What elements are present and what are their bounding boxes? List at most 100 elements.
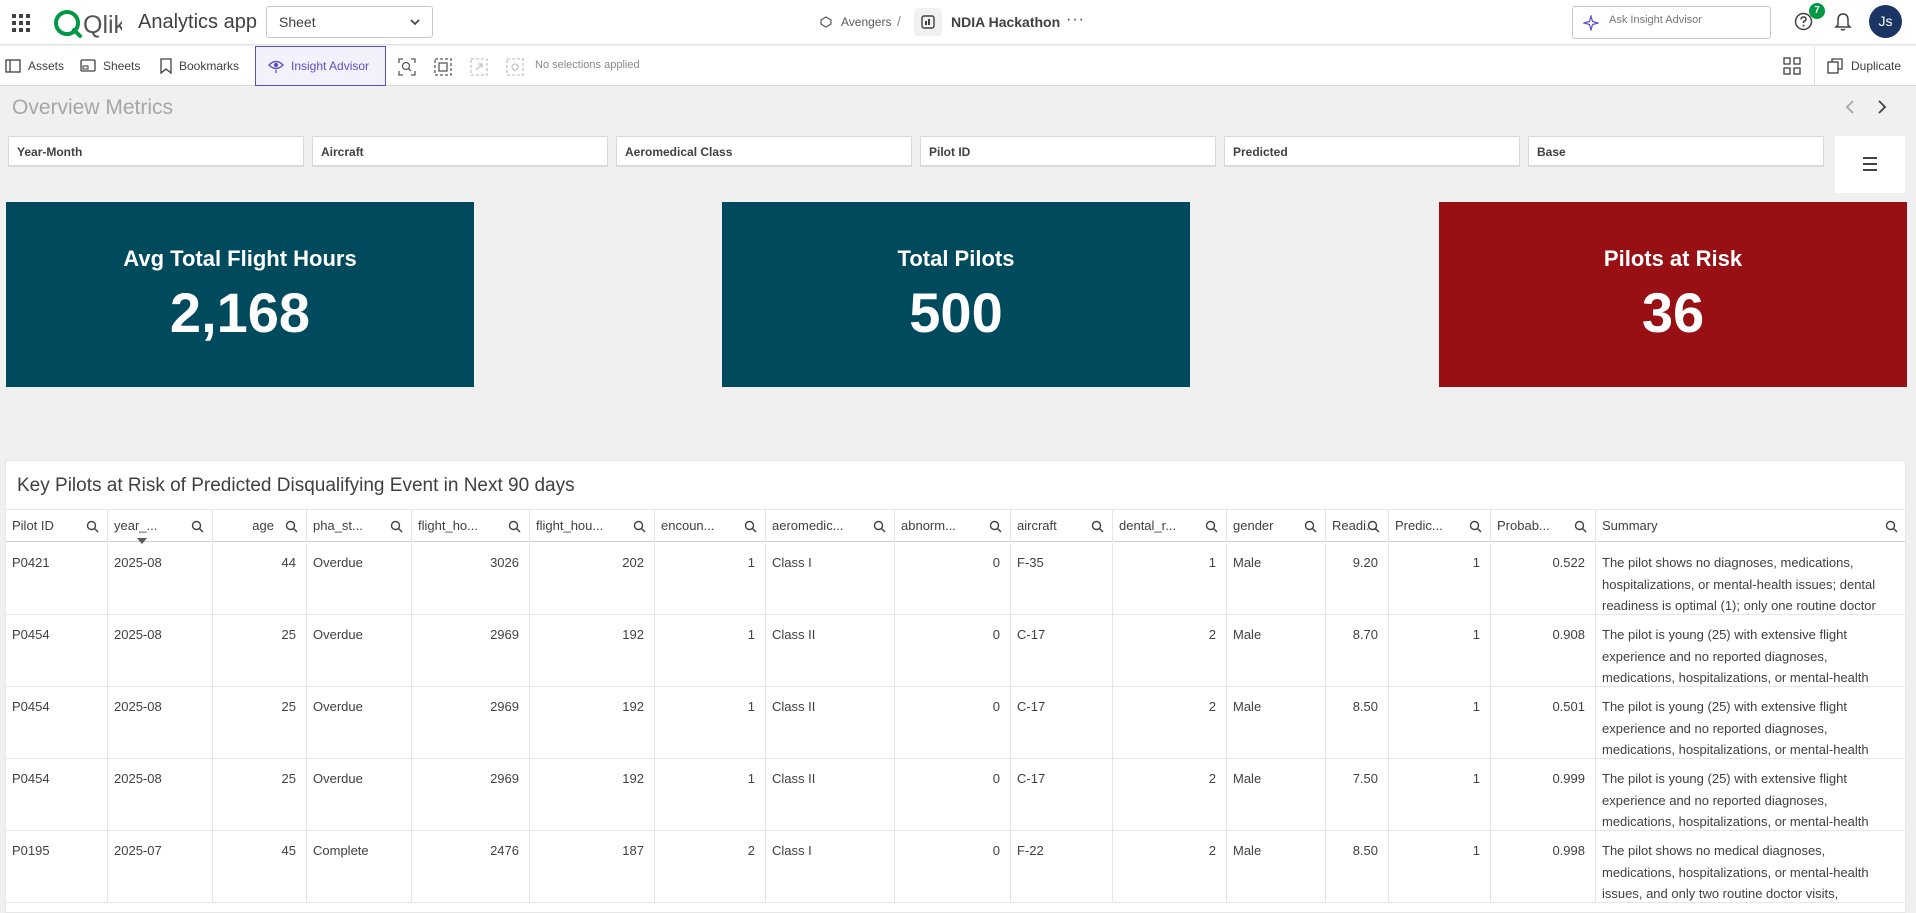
column-header[interactable]: flight_hou... — [530, 510, 655, 542]
selections-status: No selections applied — [535, 59, 640, 71]
search-icon[interactable] — [390, 520, 403, 533]
assets-icon — [5, 59, 21, 73]
search-icon[interactable] — [1304, 520, 1317, 533]
duplicate-label: Duplicate — [1851, 59, 1902, 73]
kpi-label: Pilots at Risk — [1603, 246, 1743, 271]
table-row[interactable]: P0454 2025-08 25 Overdue 2969 192 1 Class II 0 C-… — [6, 687, 1905, 759]
column-header[interactable]: aircraft — [1011, 510, 1113, 542]
filter-aircraft[interactable]: Aircraft — [312, 136, 608, 167]
column-header[interactable]: age — [213, 510, 307, 542]
sort-descending-icon — [137, 538, 147, 544]
breadcrumb-space[interactable]: Avengers — [841, 15, 891, 29]
table-cell: 187 — [530, 831, 655, 903]
breadcrumb-app-name[interactable]: NDIA Hackathon — [951, 14, 1060, 30]
filter-base[interactable]: Base — [1528, 136, 1824, 167]
column-header[interactable]: year_... — [108, 510, 213, 542]
table-cell: 25 — [213, 759, 307, 831]
table-cell: Complete — [307, 831, 412, 903]
table-cell: 192 — [530, 759, 655, 831]
column-header[interactable]: gender — [1227, 510, 1326, 542]
sheet-dropdown[interactable]: Sheet — [266, 6, 433, 38]
insight-advisor-button[interactable]: Insight Advisor — [255, 46, 386, 86]
search-icon[interactable] — [191, 520, 204, 533]
sheet-dropdown-label: Sheet — [279, 14, 316, 30]
table-cell: 0 — [895, 687, 1011, 759]
table-cell: 1 — [655, 615, 766, 687]
chevron-down-icon — [410, 19, 420, 26]
kpi-value: 36 — [1641, 281, 1705, 344]
filter-pilot-id[interactable]: Pilot ID — [920, 136, 1216, 167]
table-cell: 1 — [1389, 615, 1491, 687]
table-cell: Male — [1227, 615, 1326, 687]
table-cell: 25 — [213, 615, 307, 687]
sheets-button[interactable]: Sheets — [80, 46, 140, 86]
qlik-logo[interactable]: Qlik — [52, 5, 122, 41]
app-launcher-icon[interactable] — [12, 14, 30, 32]
column-header[interactable]: encoun... — [655, 510, 766, 542]
filter-year-month[interactable]: Year-Month — [8, 136, 304, 167]
table-cell: Class I — [766, 543, 895, 615]
search-icon[interactable] — [989, 520, 1002, 533]
table-cell: 2 — [1113, 687, 1227, 759]
column-header[interactable]: Predic... — [1389, 510, 1491, 542]
table-cell: P0454 — [6, 759, 108, 831]
search-icon[interactable] — [86, 520, 99, 533]
column-header-label: age — [252, 518, 274, 533]
column-header-label: encoun... — [661, 518, 715, 533]
column-header-label: aeromedic... — [772, 518, 844, 533]
column-header[interactable]: Readi... — [1326, 510, 1389, 542]
filter-predicted[interactable]: Predicted — [1224, 136, 1520, 167]
search-icon[interactable] — [1091, 520, 1104, 533]
duplicate-button[interactable]: Duplicate — [1827, 46, 1901, 86]
table-cell: 0.999 — [1491, 759, 1596, 831]
table-cell: Class II — [766, 759, 895, 831]
column-header[interactable]: Pilot ID — [6, 510, 108, 542]
search-icon[interactable] — [873, 520, 886, 533]
grid-view-icon[interactable] — [1783, 57, 1801, 75]
avatar[interactable]: Js — [1869, 5, 1902, 38]
help-notification-badge: 7 — [1809, 3, 1825, 19]
search-icon[interactable] — [1205, 520, 1218, 533]
column-header[interactable]: dental_r... — [1113, 510, 1227, 542]
search-icon[interactable] — [285, 520, 298, 533]
space-icon — [820, 16, 832, 28]
filter-aeromedical-class[interactable]: Aeromedical Class — [616, 136, 912, 167]
search-icon[interactable] — [744, 520, 757, 533]
ask-insight-advisor-box[interactable] — [1572, 6, 1771, 39]
search-icon[interactable] — [1367, 520, 1380, 533]
ask-insight-advisor-input[interactable] — [1609, 14, 1759, 26]
kpi-avg-total-flight-hours[interactable]: Avg Total Flight Hours 2,168 — [6, 202, 474, 387]
bell-icon[interactable] — [1834, 12, 1852, 32]
search-icon[interactable] — [1885, 520, 1898, 533]
table-row[interactable]: P0195 2025-07 45 Complete 2476 187 2 Class I 0 F-… — [6, 831, 1905, 903]
table-cell: Male — [1227, 687, 1326, 759]
column-header[interactable]: Summary — [1596, 510, 1905, 542]
next-sheet-icon[interactable] — [1875, 98, 1889, 116]
bookmarks-button[interactable]: Bookmarks — [160, 46, 239, 86]
app-title: Analytics app — [138, 11, 257, 33]
kpi-pilots-at-risk[interactable]: Pilots at Risk 36 — [1439, 202, 1907, 387]
selections-tool-icon[interactable] — [434, 58, 452, 76]
smart-search-icon[interactable] — [398, 58, 416, 76]
previous-sheet-icon[interactable] — [1843, 98, 1857, 116]
search-icon[interactable] — [1469, 520, 1482, 533]
column-header[interactable]: Probab... — [1491, 510, 1596, 542]
search-icon[interactable] — [508, 520, 521, 533]
column-header[interactable]: pha_st... — [307, 510, 412, 542]
column-header-label: aircraft — [1017, 518, 1057, 533]
table-cell: 0.501 — [1491, 687, 1596, 759]
table-row[interactable]: P0454 2025-08 25 Overdue 2969 192 1 Class II 0 C-… — [6, 615, 1905, 687]
table-row[interactable]: P0421 2025-08 44 Overdue 3026 202 1 Class I 0 F-3… — [6, 543, 1905, 615]
filters-menu-icon[interactable] — [1835, 136, 1905, 193]
column-header[interactable]: abnorm... — [895, 510, 1011, 542]
table-row[interactable]: P0454 2025-08 25 Overdue 2969 192 1 Class II 0 C-… — [6, 759, 1905, 831]
kpi-total-pilots[interactable]: Total Pilots 500 — [722, 202, 1190, 387]
search-icon[interactable] — [1574, 520, 1587, 533]
sheets-icon — [80, 59, 96, 72]
more-options-icon[interactable]: ··· — [1066, 11, 1085, 29]
column-header[interactable]: flight_ho... — [412, 510, 530, 542]
search-icon[interactable] — [633, 520, 646, 533]
assets-button[interactable]: Assets — [5, 46, 64, 86]
breadcrumb-separator: / — [897, 13, 901, 29]
column-header[interactable]: aeromedic... — [766, 510, 895, 542]
